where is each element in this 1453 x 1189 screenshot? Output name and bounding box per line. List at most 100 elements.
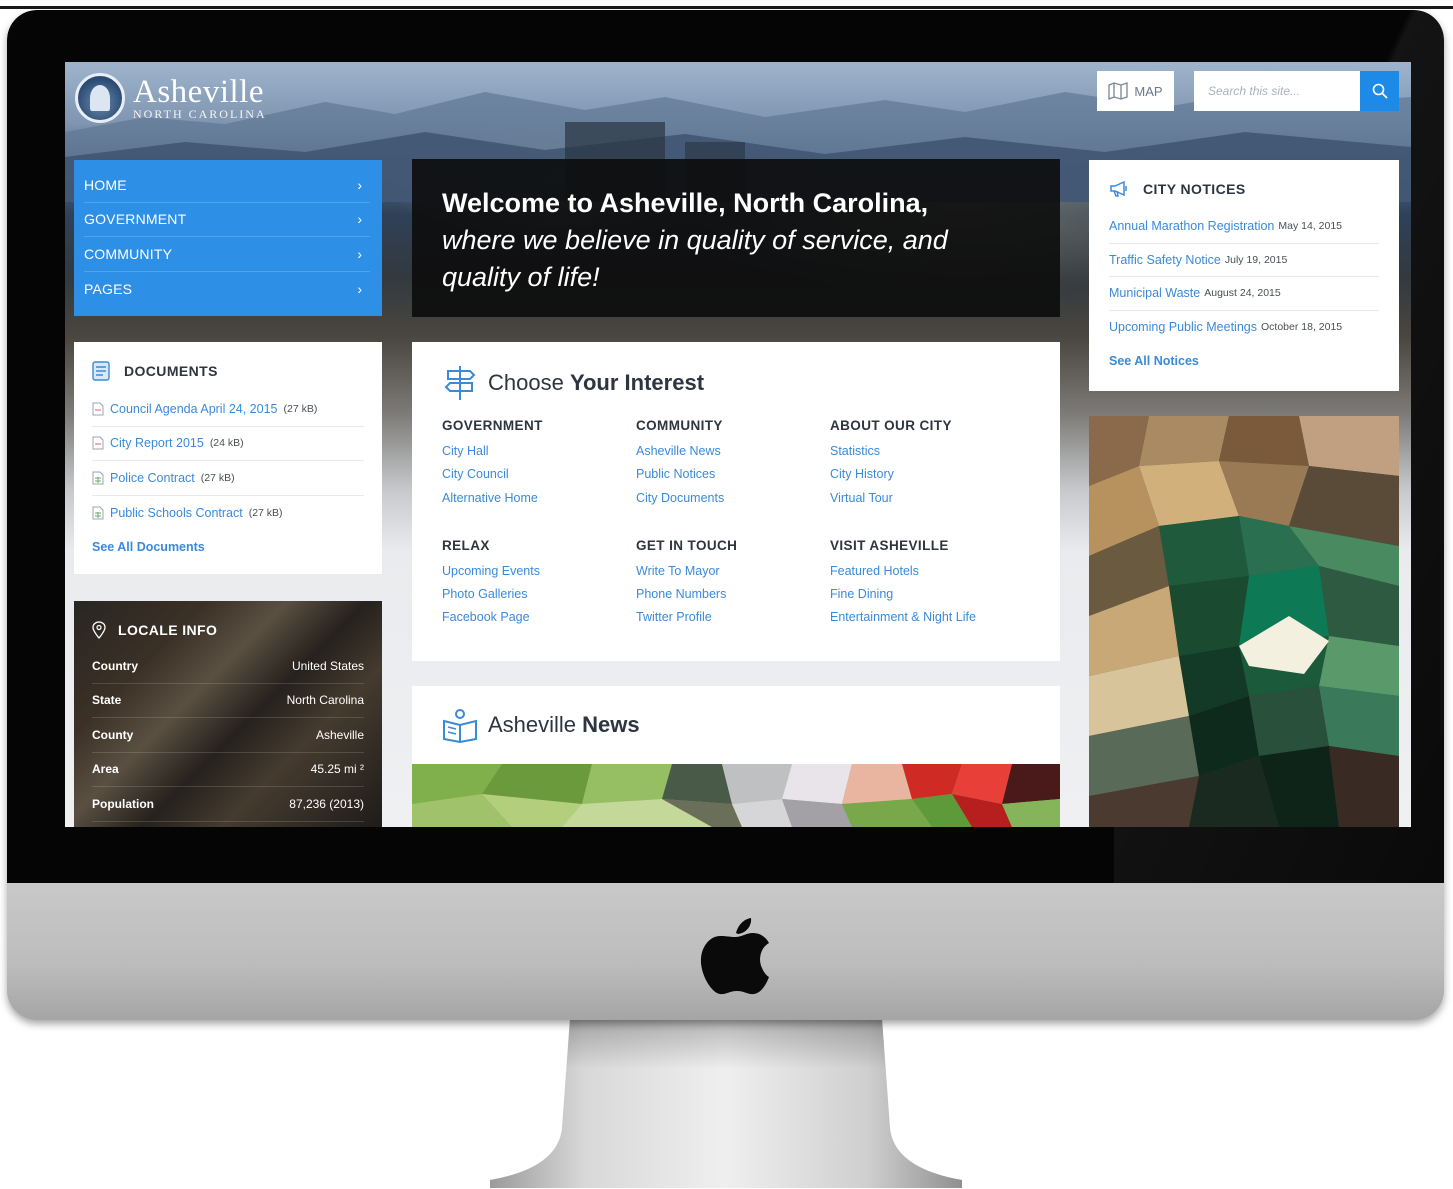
interest-link[interactable]: Statistics (830, 440, 1030, 463)
welcome-banner: Welcome to Asheville, North Carolina, wh… (412, 159, 1060, 317)
list-item[interactable]: Public Schools Contract (27 kB) (92, 496, 364, 531)
chevron-right-icon: › (357, 245, 362, 262)
locale-key: Country (92, 658, 138, 673)
document-link[interactable]: Council Agenda April 24, 2015 (110, 402, 278, 416)
news-feature-image[interactable] (412, 764, 1060, 827)
interest-link[interactable]: Fine Dining (830, 583, 1030, 606)
pdf-file-icon (92, 436, 104, 450)
interest-link[interactable]: Featured Hotels (830, 560, 1030, 583)
interest-link[interactable]: Entertainment & Night Life (830, 606, 1030, 629)
locale-title: LOCALE INFO (118, 622, 218, 638)
list-item[interactable]: Annual Marathon Registration May 14, 201… (1109, 210, 1379, 244)
interest-link[interactable]: City Council (442, 463, 636, 486)
search-button[interactable] (1360, 71, 1399, 111)
welcome-subtitle: where we believe in quality of service, … (442, 225, 948, 292)
nav-item-label: COMMUNITY (84, 245, 173, 262)
nav-item-government[interactable]: GOVERNMENT › (84, 203, 370, 237)
notice-date: May 14, 2015 (1278, 220, 1343, 233)
document-link[interactable]: Public Schools Contract (110, 506, 243, 520)
spreadsheet-file-icon (92, 471, 104, 485)
interest-link[interactable]: Alternative Home (442, 487, 636, 510)
interest-column-title: VISIT ASHEVILLE (830, 537, 949, 553)
interest-link[interactable]: City History (830, 463, 1030, 486)
interest-link[interactable]: Photo Galleries (442, 583, 636, 606)
locale-key: Area (92, 762, 119, 777)
interest-link[interactable]: Write To Mayor (636, 560, 830, 583)
city-seal-logo (75, 73, 125, 123)
map-icon (1108, 82, 1129, 100)
notice-link[interactable]: Upcoming Public Meetings (1109, 320, 1257, 334)
nav-item-home[interactable]: HOME › (84, 168, 370, 203)
search-icon (1372, 83, 1388, 99)
document-size: (24 kB) (209, 437, 244, 450)
locale-row: State North Carolina (92, 684, 364, 718)
locale-info-panel: LOCALE INFO Country United States State … (74, 601, 382, 827)
notice-link[interactable]: Traffic Safety Notice (1109, 253, 1221, 267)
notice-link[interactable]: Annual Marathon Registration (1109, 219, 1274, 233)
welcome-title: Welcome to Asheville, North Carolina, (442, 188, 929, 218)
list-item[interactable]: Upcoming Public Meetings October 18, 201… (1109, 311, 1379, 345)
chevron-right-icon: › (357, 211, 362, 228)
nav-item-pages[interactable]: PAGES › (84, 272, 370, 307)
list-item[interactable]: Council Agenda April 24, 2015 (27 kB) (92, 392, 364, 427)
sidebar-feature-image[interactable] (1089, 416, 1399, 827)
interest-title-light: Choose (488, 370, 570, 395)
spreadsheet-file-icon (92, 506, 104, 520)
site-search (1194, 71, 1399, 111)
interest-panel: Choose Your Interest GOVERNMENT City Hal… (412, 342, 1060, 661)
interest-link[interactable]: City Hall (442, 440, 636, 463)
documents-title: DOCUMENTS (124, 363, 218, 379)
locale-key: Population (92, 796, 154, 811)
chevron-right-icon: › (357, 176, 362, 193)
list-item[interactable]: Traffic Safety Notice July 19, 2015 (1109, 244, 1379, 277)
document-link[interactable]: Police Contract (110, 471, 195, 485)
interest-link[interactable]: Asheville News (636, 440, 830, 463)
interest-link[interactable]: Facebook Page (442, 606, 636, 629)
apple-logo-icon (700, 918, 769, 995)
newspaper-icon (443, 709, 477, 743)
interest-column-title: GET IN TOUCH (636, 537, 738, 553)
interest-link[interactable]: Twitter Profile (636, 606, 830, 629)
see-all-notices-link[interactable]: See All Notices (1109, 354, 1379, 368)
interest-link[interactable]: Upcoming Events (442, 560, 636, 583)
interest-link[interactable]: Virtual Tour (830, 487, 1030, 510)
search-input[interactable] (1194, 71, 1360, 111)
interest-link[interactable]: Public Notices (636, 463, 830, 486)
interest-link[interactable]: Phone Numbers (636, 583, 830, 606)
locale-value: United States (291, 658, 364, 673)
location-pin-icon (92, 621, 106, 639)
locale-value: 87,236 (2013) (289, 796, 364, 811)
news-title: Asheville News (488, 712, 640, 738)
nav-item-community[interactable]: COMMUNITY › (84, 237, 370, 272)
pdf-file-icon (92, 402, 104, 416)
monitor-stand (490, 1018, 962, 1188)
see-all-documents-link[interactable]: See All Documents (92, 540, 364, 554)
interest-column-government: GOVERNMENT City Hall City Council Altern… (442, 418, 636, 510)
interest-column-about: ABOUT OUR CITY Statistics City History V… (830, 418, 1030, 510)
interest-title-bold: Your Interest (569, 370, 705, 395)
site-name: Asheville (133, 74, 264, 110)
interest-column-title: RELAX (442, 537, 490, 553)
list-item[interactable]: City Report 2015 (24 kB) (92, 427, 364, 461)
notice-link[interactable]: Municipal Waste (1109, 286, 1200, 300)
list-item[interactable]: Municipal Waste August 24, 2015 (1109, 277, 1379, 311)
map-button[interactable]: MAP (1097, 71, 1174, 111)
locale-value: 45.25 mi ² (310, 762, 364, 777)
interest-column-relax: RELAX Upcoming Events Photo Galleries Fa… (442, 538, 636, 630)
nav-item-label: HOME (84, 176, 127, 193)
site-brand[interactable]: Asheville NORTH CAROLINA (75, 70, 267, 126)
document-size: (27 kB) (200, 471, 235, 484)
interest-column-title: COMMUNITY (636, 418, 723, 433)
notice-date: July 19, 2015 (1224, 253, 1288, 266)
site-subtitle: NORTH CAROLINA (133, 107, 267, 121)
document-size: (27 kB) (248, 506, 283, 519)
interest-column-contact: GET IN TOUCH Write To Mayor Phone Number… (636, 538, 830, 630)
interest-link[interactable]: City Documents (636, 487, 830, 510)
document-link[interactable]: City Report 2015 (110, 436, 204, 450)
notices-list: Annual Marathon Registration May 14, 201… (1109, 210, 1379, 344)
news-panel: Asheville News (412, 686, 1060, 827)
locale-row: Area 45.25 mi ² (92, 753, 364, 787)
news-title-bold: News (582, 712, 640, 737)
list-item[interactable]: Police Contract (27 kB) (92, 461, 364, 496)
chevron-right-icon: › (357, 280, 362, 297)
